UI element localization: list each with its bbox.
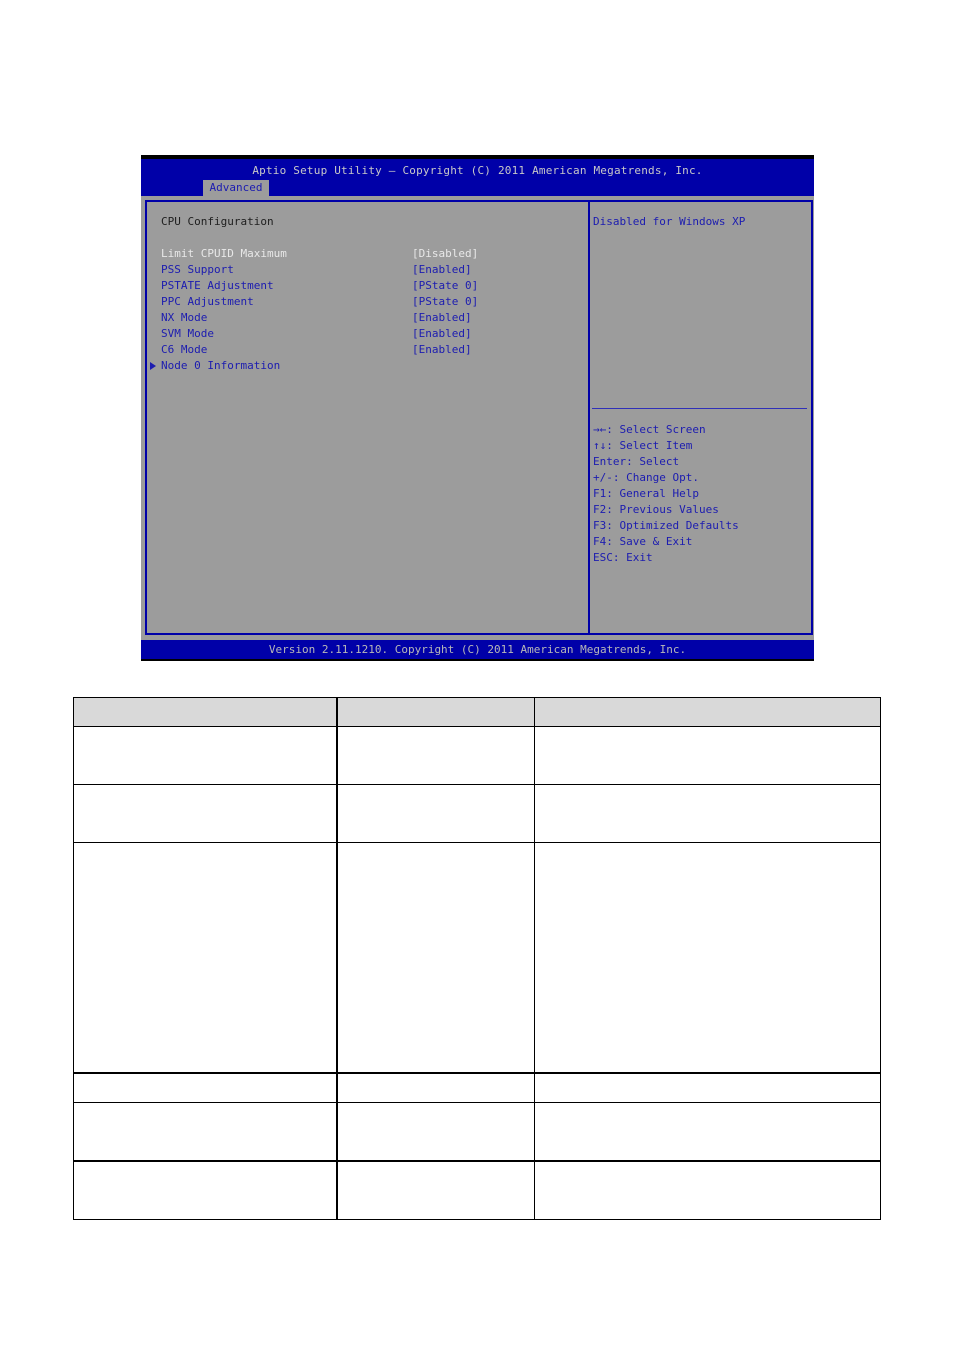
table-header-row xyxy=(72,697,881,727)
table-cell xyxy=(534,1072,881,1103)
setting-value[interactable]: [Enabled] xyxy=(412,262,472,278)
table-cell xyxy=(72,784,338,843)
submenu-arrow-icon xyxy=(150,362,156,370)
table-cell xyxy=(336,1160,536,1220)
key-help-esc: ESC: Exit xyxy=(593,551,653,564)
key-help-f3: F3: Optimized Defaults xyxy=(593,519,739,532)
help-divider xyxy=(592,408,807,409)
table-cell xyxy=(534,842,881,1074)
setting-nx-mode[interactable]: NX Mode [Enabled] xyxy=(161,310,581,326)
setting-limit-cpuid-maximum[interactable]: Limit CPUID Maximum [Disabled] xyxy=(161,246,581,262)
setting-label: NX Mode xyxy=(161,311,208,324)
help-text: Disabled for Windows XP xyxy=(593,215,746,228)
table-row xyxy=(72,842,881,1074)
key-help-change-opt: +/-: Change Opt. xyxy=(593,471,699,484)
table-cell xyxy=(336,1072,536,1103)
table-header-cell xyxy=(72,697,338,727)
key-help-f4: F4: Save & Exit xyxy=(593,535,693,548)
setting-label: C6 Mode xyxy=(161,343,208,356)
key-help-select-item: ↑↓: Select Item xyxy=(593,439,693,452)
setting-value[interactable]: [Disabled] xyxy=(412,246,478,262)
key-help-f1: F1: General Help xyxy=(593,487,699,500)
bios-screenshot: Aptio Setup Utility – Copyright (C) 2011… xyxy=(141,155,814,661)
setting-label: SVM Mode xyxy=(161,327,214,340)
table-header-cell xyxy=(534,697,881,727)
setting-svm-mode[interactable]: SVM Mode [Enabled] xyxy=(161,326,581,342)
setting-pstate-adjustment[interactable]: PSTATE Adjustment [PState 0] xyxy=(161,278,581,294)
table-cell xyxy=(72,1072,338,1103)
settings-description-table xyxy=(72,697,881,1220)
bios-footer: Version 2.11.1210. Copyright (C) 2011 Am… xyxy=(141,640,814,659)
main-panel: CPU Configuration Limit CPUID Maximum [D… xyxy=(145,200,588,635)
table-cell xyxy=(72,1102,338,1162)
setting-label: PPC Adjustment xyxy=(161,295,254,308)
setting-value[interactable]: [Enabled] xyxy=(412,326,472,342)
table-row xyxy=(72,1160,881,1220)
table-cell xyxy=(336,784,536,843)
table-cell xyxy=(72,1160,338,1220)
submenu-node-0-information[interactable]: Node 0 Information xyxy=(150,358,581,374)
table-cell xyxy=(534,1160,881,1220)
table-cell xyxy=(534,1102,881,1162)
help-panel: Disabled for Windows XP →←: Select Scree… xyxy=(588,200,813,635)
table-cell xyxy=(72,842,338,1074)
setting-c6-mode[interactable]: C6 Mode [Enabled] xyxy=(161,342,581,358)
setting-pss-support[interactable]: PSS Support [Enabled] xyxy=(161,262,581,278)
table-row xyxy=(72,726,881,785)
bios-body: CPU Configuration Limit CPUID Maximum [D… xyxy=(141,196,814,640)
settings-list: Limit CPUID Maximum [Disabled] PSS Suppo… xyxy=(150,246,581,374)
table-row xyxy=(72,784,881,843)
setting-value[interactable]: [Enabled] xyxy=(412,342,472,358)
table-cell xyxy=(534,784,881,843)
setting-value[interactable]: [Enabled] xyxy=(412,310,472,326)
setting-ppc-adjustment[interactable]: PPC Adjustment [PState 0] xyxy=(161,294,581,310)
setting-value[interactable]: [PState 0] xyxy=(412,294,478,310)
table-header-cell xyxy=(336,697,536,727)
table-row xyxy=(72,1102,881,1162)
setting-value[interactable]: [PState 0] xyxy=(412,278,478,294)
key-help-list: →←: Select Screen ↑↓: Select Item Enter:… xyxy=(593,422,739,566)
setting-label: Node 0 Information xyxy=(161,359,281,372)
key-help-f2: F2: Previous Values xyxy=(593,503,719,516)
key-help-enter: Enter: Select xyxy=(593,455,680,468)
section-title: CPU Configuration xyxy=(161,215,274,228)
table-cell xyxy=(336,1102,536,1162)
table-cell xyxy=(336,726,536,785)
table-cell xyxy=(534,726,881,785)
table-row xyxy=(72,1072,881,1103)
setting-label: PSTATE Adjustment xyxy=(161,279,274,292)
setting-label: PSS Support xyxy=(161,263,234,276)
bios-title: Aptio Setup Utility – Copyright (C) 2011… xyxy=(252,164,703,177)
table-cell xyxy=(72,726,338,785)
key-help-select-screen: →←: Select Screen xyxy=(593,423,706,436)
setting-label: Limit CPUID Maximum xyxy=(161,247,287,260)
tab-advanced[interactable]: Advanced xyxy=(203,180,269,196)
table-cell xyxy=(336,842,536,1074)
bios-header: Aptio Setup Utility – Copyright (C) 2011… xyxy=(141,159,814,196)
